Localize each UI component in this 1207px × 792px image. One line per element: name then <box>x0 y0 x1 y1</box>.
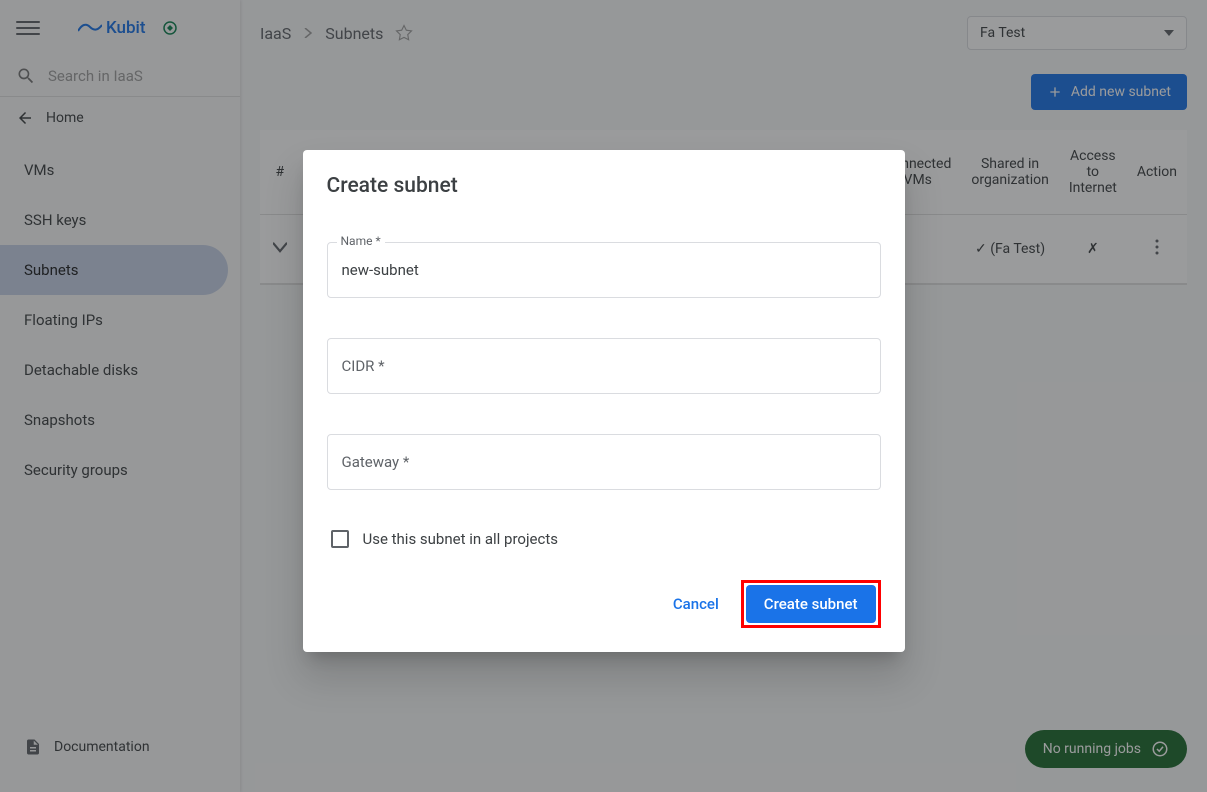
cidr-input[interactable] <box>327 338 881 394</box>
field-name: Name * <box>327 242 881 298</box>
modal-title: Create subnet <box>327 174 881 198</box>
field-cidr <box>327 338 881 394</box>
field-gateway <box>327 434 881 490</box>
cancel-button[interactable]: Cancel <box>661 585 731 623</box>
checkbox-all-projects[interactable] <box>331 530 349 548</box>
create-subnet-modal: Create subnet Name * Use this subnet in … <box>303 150 905 652</box>
name-label: Name * <box>337 234 385 248</box>
modal-actions: Cancel Create subnet <box>327 580 881 628</box>
checkbox-label: Use this subnet in all projects <box>363 530 559 548</box>
modal-overlay[interactable]: Create subnet Name * Use this subnet in … <box>0 0 1207 792</box>
create-button-highlight: Create subnet <box>741 580 881 628</box>
checkbox-row[interactable]: Use this subnet in all projects <box>327 530 881 548</box>
name-input[interactable] <box>327 242 881 298</box>
gateway-input[interactable] <box>327 434 881 490</box>
create-subnet-button[interactable]: Create subnet <box>746 585 876 623</box>
